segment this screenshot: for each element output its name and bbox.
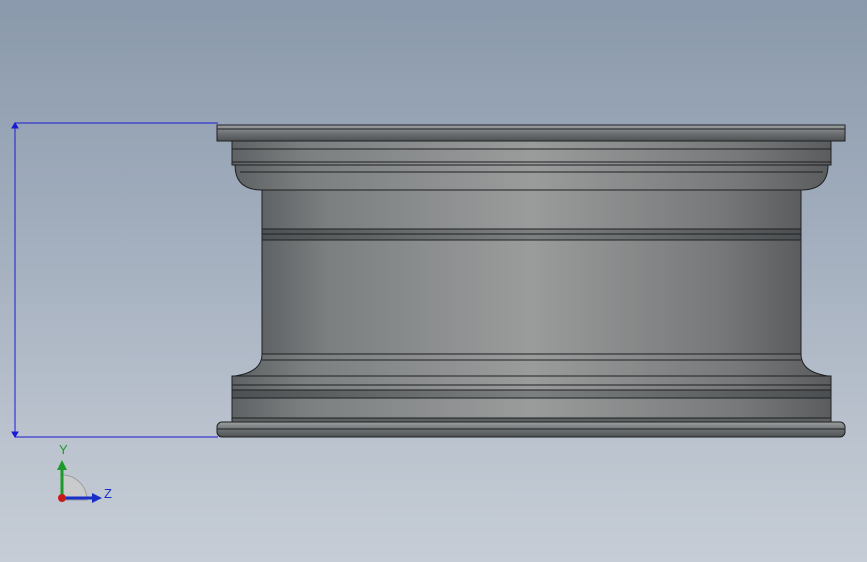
dimension-lines[interactable] [11,122,218,438]
graphics-viewport[interactable]: Y Z [0,0,867,562]
triad-y-arrow-icon [57,460,67,470]
rim-barrel[interactable] [261,189,802,355]
model-scene[interactable] [0,0,867,562]
wheel-rim-part[interactable] [216,124,846,438]
rim-bottom-ring-2[interactable] [231,389,832,399]
coordinate-triad [57,460,102,503]
rim-bottom-bead-seat[interactable] [231,397,832,419]
triad-z-label: Z [104,486,112,501]
rim-top-flange[interactable] [216,124,846,142]
dimension-arrow-bottom-icon [11,431,19,438]
rim-bottom-flange-neck [231,417,832,423]
triad-origin-x-icon [58,494,66,502]
rim-top-bead-seat[interactable] [231,140,832,166]
rim-bottom-ring-1[interactable] [231,375,832,391]
triad-z-arrow-icon [92,493,102,503]
dimension-arrow-top-icon [11,122,19,129]
triad-plane-icon [61,474,88,501]
rim-top-shoulder[interactable] [234,164,829,191]
rim-bottom-shoulder[interactable] [234,353,829,377]
triad-y-label: Y [59,442,68,457]
